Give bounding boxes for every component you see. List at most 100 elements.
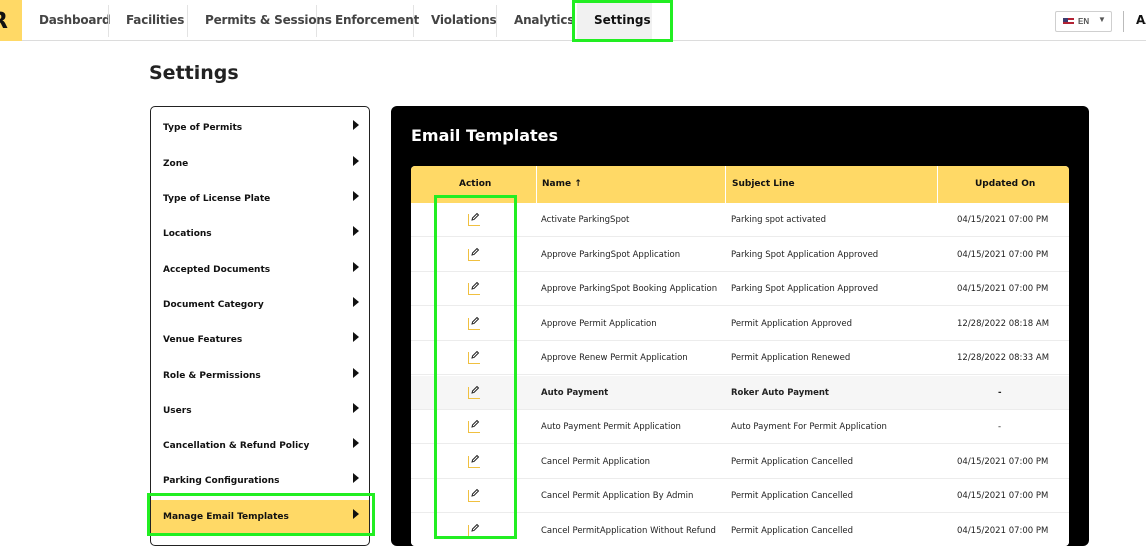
chevron-right-icon [353, 262, 359, 272]
nav-analytics[interactable]: Analytics [514, 13, 574, 27]
edit-icon[interactable] [468, 318, 480, 330]
logo-text: R [0, 9, 8, 34]
edit-icon[interactable] [468, 352, 480, 364]
edit-icon[interactable] [468, 249, 480, 261]
table-header: Action Name ↑ Subject Line Updated On [411, 166, 1069, 203]
sidebar-item-locations[interactable]: Locations [151, 217, 369, 252]
table-row: Approve Renew Permit ApplicationPermit A… [411, 341, 1069, 375]
edit-icon[interactable] [468, 214, 480, 226]
edit-icon[interactable] [468, 525, 480, 537]
nav-dashboard[interactable]: Dashboard [39, 13, 110, 27]
table-row: Approve ParkingSpot Booking ApplicationP… [411, 272, 1069, 306]
nav-divider [187, 5, 188, 37]
sidebar-item-label: Manage Email Templates [163, 512, 289, 522]
sidebar-item-type-of-permits[interactable]: Type of Permits [151, 111, 369, 146]
sidebar-item-role-permissions[interactable]: Role & Permissions [151, 359, 369, 394]
column-divider [937, 166, 938, 203]
cell-updated: - [998, 376, 1002, 410]
column-header-subject[interactable]: Subject Line [732, 166, 795, 203]
language-code: EN [1078, 17, 1089, 26]
language-selector[interactable]: EN ▼ [1055, 11, 1112, 32]
table-row: Approve ParkingSpot Application Parking S… [411, 238, 1069, 272]
cell-name: Auto Payment Permit Application [541, 410, 681, 444]
cell-updated: 04/15/2021 07:00 PM [957, 445, 1048, 479]
user-avatar[interactable]: AA [1136, 13, 1146, 27]
sidebar-item-zone[interactable]: Zone [151, 147, 369, 182]
table-row: Auto PaymentRoker Auto Payment- [411, 376, 1069, 410]
panel-title: Email Templates [411, 126, 558, 145]
cell-name: Approve ParkingSpot Application [541, 238, 680, 272]
nav-permits-sessions[interactable]: Permits & Sessions [205, 13, 332, 27]
cell-subject: Roker Auto Payment [731, 376, 829, 410]
sidebar-item-label: Accepted Documents [163, 265, 270, 275]
chevron-right-icon [353, 156, 359, 166]
cell-updated: 04/15/2021 07:00 PM [957, 479, 1048, 513]
cell-updated: 04/15/2021 07:00 PM [957, 272, 1048, 306]
cell-subject: Parking spot activated [731, 203, 826, 237]
sidebar-item-label: Parking Configurations [163, 476, 279, 486]
sidebar-item-manage-email-templates[interactable]: Manage Email Templates [151, 500, 369, 535]
table-row: Cancel Permit Application By AdminPermit… [411, 479, 1069, 513]
column-header-updated[interactable]: Updated On [975, 166, 1035, 203]
sidebar-item-label: Type of Permits [163, 123, 242, 133]
chevron-right-icon [353, 403, 359, 413]
column-divider [725, 166, 726, 203]
sidebar-item-label: Locations [163, 229, 212, 239]
sidebar-item-label: Type of License Plate [163, 194, 270, 204]
table-row: Cancel PermitApplication Without Refund P… [411, 514, 1069, 546]
column-divider [536, 166, 537, 203]
chevron-right-icon [353, 438, 359, 448]
sidebar-item-license-plate[interactable]: Type of License Plate [151, 182, 369, 217]
sidebar-item-accepted-documents[interactable]: Accepted Documents [151, 253, 369, 288]
cell-subject: Parking Spot Application Approved [731, 238, 878, 272]
edit-icon[interactable] [468, 421, 480, 433]
top-navbar: R Dashboard Facilities Permits & Session… [0, 0, 1146, 41]
divider [1123, 11, 1124, 32]
table-row: Approve Permit ApplicationPermit Applica… [411, 307, 1069, 341]
cell-name: Activate ParkingSpot [541, 203, 629, 237]
edit-icon[interactable] [468, 490, 480, 502]
cell-subject: Permit Application Approved [731, 307, 852, 341]
settings-sidebar: Type of Permits Zone Type of License Pla… [150, 106, 370, 546]
cell-updated: 12/28/2022 08:18 AM [957, 307, 1049, 341]
sidebar-item-label: Document Category [163, 300, 264, 310]
sidebar-item-label: Venue Features [163, 335, 242, 345]
edit-icon[interactable] [468, 387, 480, 399]
page-title: Settings [149, 62, 239, 84]
sidebar-item-label: Zone [163, 159, 188, 169]
cell-name: Cancel Permit Application By Admin [541, 479, 693, 513]
chevron-right-icon [353, 368, 359, 378]
nav-divider [496, 5, 497, 37]
nav-enforcement[interactable]: Enforcement [335, 13, 419, 27]
email-templates-table: Action Name ↑ Subject Line Updated On Ac… [411, 166, 1069, 546]
cell-name: Approve ParkingSpot Booking Application [541, 272, 717, 306]
edit-icon[interactable] [468, 456, 480, 468]
sidebar-item-label: Role & Permissions [163, 371, 261, 381]
cell-subject: Permit Application Cancelled [731, 514, 853, 546]
nav-facilities[interactable]: Facilities [126, 13, 184, 27]
nav-settings[interactable]: Settings [594, 13, 651, 27]
cell-name: Cancel PermitApplication Without Refund [541, 514, 716, 546]
sidebar-item-document-category[interactable]: Document Category [151, 288, 369, 323]
nav-divider [108, 5, 109, 37]
chevron-down-icon: ▼ [1098, 15, 1106, 24]
nav-violations[interactable]: Violations [431, 13, 496, 27]
chevron-right-icon [353, 473, 359, 483]
nav-divider [316, 5, 317, 37]
cell-subject: Auto Payment For Permit Application [731, 410, 887, 444]
table-row: Auto Payment Permit Application Auto Paym… [411, 410, 1069, 444]
table-row: Activate ParkingSpot Parking spot activat… [411, 203, 1069, 237]
cell-name: Cancel Permit Application [541, 445, 650, 479]
sidebar-item-cancellation-refund[interactable]: Cancellation & Refund Policy [151, 429, 369, 464]
sidebar-item-parking-configurations[interactable]: Parking Configurations [151, 464, 369, 499]
column-header-name[interactable]: Name ↑ [542, 166, 582, 203]
sidebar-item-venue-features[interactable]: Venue Features [151, 323, 369, 358]
chevron-right-icon [353, 509, 359, 519]
chevron-right-icon [353, 191, 359, 201]
chevron-right-icon [353, 120, 359, 130]
sidebar-item-users[interactable]: Users [151, 394, 369, 429]
edit-icon[interactable] [468, 283, 480, 295]
us-flag-icon [1063, 18, 1074, 26]
logo[interactable]: R [0, 0, 22, 41]
cell-updated: 04/15/2021 07:00 PM [957, 203, 1048, 237]
